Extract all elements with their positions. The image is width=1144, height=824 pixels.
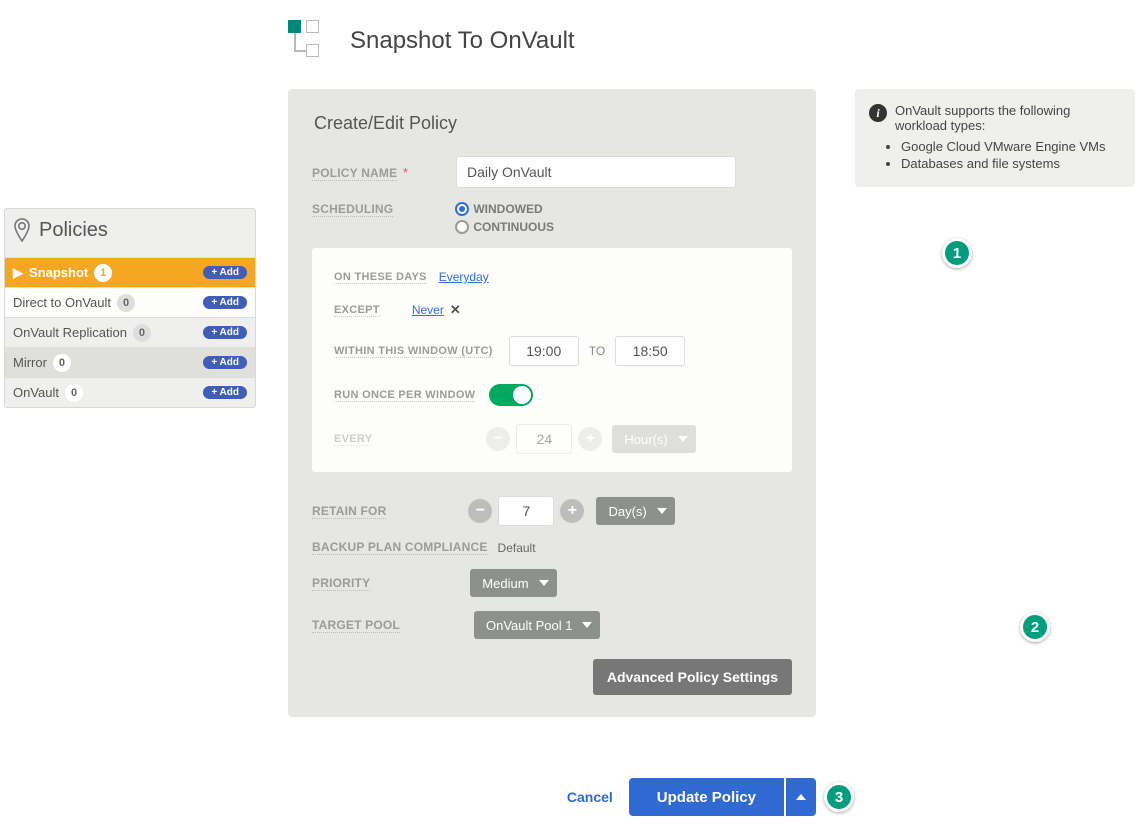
policy-item-count: 0 [53,354,71,372]
clear-except-icon[interactable]: ✕ [450,302,461,318]
retain-unit-dropdown[interactable]: Day(s) [596,497,674,525]
policy-item-label: OnVault [13,385,59,400]
label-retain-for: RETAIN FOR [312,504,386,519]
add-policy-button[interactable]: + Add [203,296,247,309]
caret-down-icon [657,508,667,514]
panel-footer: Cancel Update Policy [288,778,816,816]
add-policy-button[interactable]: + Add [203,356,247,369]
add-policy-button[interactable]: + Add [203,386,247,399]
advanced-settings-button[interactable]: Advanced Policy Settings [593,659,792,695]
policy-item-label: Snapshot [29,265,88,280]
label-window: WITHIN THIS WINDOW (UTC) [334,345,493,358]
add-policy-button[interactable]: + Add [203,266,247,279]
policy-item-direct-onvault[interactable]: Direct to OnVault 0 + Add [5,287,255,317]
add-policy-button[interactable]: + Add [203,326,247,339]
label-policy-name: POLICY NAME [312,166,397,181]
dropdown-value: OnVault Pool 1 [486,618,572,633]
panel-title: Create/Edit Policy [314,113,792,134]
label-backup-plan: BACKUP PLAN COMPLIANCE [312,540,488,555]
callout-marker-2: 2 [1020,612,1050,642]
radio-label: WINDOWED [473,202,542,216]
policy-item-mirror[interactable]: Mirror 0 + Add [5,347,255,377]
update-policy-split-button[interactable] [786,778,816,816]
caret-down-icon [539,580,549,586]
every-input [516,424,572,454]
radio-windowed[interactable]: WINDOWED [455,202,554,216]
every-unit-dropdown: Hour(s) [612,425,695,453]
info-icon: i [869,104,887,122]
snapshot-flow-icon [288,20,330,62]
priority-dropdown[interactable]: Medium [470,569,556,597]
callout-marker-3: 3 [824,782,854,812]
required-star: * [403,165,408,180]
label-every: EVERY [334,433,372,446]
every-decrement-button: − [486,427,510,451]
caret-up-icon [796,794,806,800]
policy-item-onvault-replication[interactable]: OnVault Replication 0 + Add [5,317,255,347]
radio-icon [455,220,469,234]
label-priority: PRIORITY [312,576,370,591]
label-run-once: RUN ONCE PER WINDOW [334,389,475,402]
retain-increment-button[interactable]: + [560,499,584,523]
policy-item-count: 0 [133,324,151,342]
caret-right-icon: ▶ [13,265,23,281]
policies-icon [11,217,33,243]
label-scheduling: SCHEDULING [312,202,393,217]
edit-policy-panel: Create/Edit Policy POLICY NAME * SCHEDUL… [288,89,816,717]
dropdown-value: Medium [482,576,528,591]
policies-panel-header: Policies [5,209,255,257]
dropdown-value: Day(s) [608,504,646,519]
policy-item-label: OnVault Replication [13,325,127,340]
every-increment-button: + [578,427,602,451]
window-start-input[interactable] [509,336,579,366]
except-link[interactable]: Never [412,303,444,317]
policy-item-snapshot[interactable]: ▶ Snapshot 1 + Add [5,257,255,287]
info-box: i OnVault supports the following workloa… [855,89,1135,187]
callout-marker-1: 1 [942,238,972,268]
dropdown-value: Hour(s) [624,432,667,447]
policy-item-count: 0 [117,294,135,312]
radio-label: CONTINUOUS [473,220,554,234]
page-title: Snapshot To OnVault [350,27,575,55]
schedule-card: ON THESE DAYS Everyday EXCEPT Never ✕ WI… [312,248,792,472]
policy-item-count: 1 [94,264,112,282]
page-header: Snapshot To OnVault [288,20,575,62]
radio-continuous[interactable]: CONTINUOUS [455,220,554,234]
caret-down-icon [582,622,592,628]
retain-input[interactable] [498,496,554,526]
radio-icon [455,202,469,216]
policy-item-count: 0 [65,384,83,402]
days-link[interactable]: Everyday [439,270,489,284]
label-to: TO [589,344,605,358]
policy-item-onvault[interactable]: OnVault 0 + Add [5,377,255,407]
policy-item-label: Direct to OnVault [13,295,111,310]
backup-plan-value: Default [498,541,536,555]
target-pool-dropdown[interactable]: OnVault Pool 1 [474,611,600,639]
policy-item-label: Mirror [13,355,47,370]
label-except: EXCEPT [334,304,380,317]
cancel-button[interactable]: Cancel [567,789,613,805]
caret-down-icon [678,436,688,442]
window-end-input[interactable] [615,336,685,366]
info-text: OnVault supports the following workload … [895,103,1121,133]
info-bullet: Databases and file systems [901,156,1121,171]
policies-panel: Policies ▶ Snapshot 1 + Add Direct to On… [4,208,256,408]
policy-name-input[interactable] [456,156,736,188]
label-on-these-days: ON THESE DAYS [334,271,427,284]
info-bullet: Google Cloud VMware Engine VMs [901,139,1121,154]
update-policy-button[interactable]: Update Policy [629,778,784,816]
policies-panel-title: Policies [39,219,108,242]
retain-decrement-button[interactable]: − [468,499,492,523]
run-once-toggle[interactable] [489,384,533,406]
label-target-pool: TARGET POOL [312,618,400,633]
